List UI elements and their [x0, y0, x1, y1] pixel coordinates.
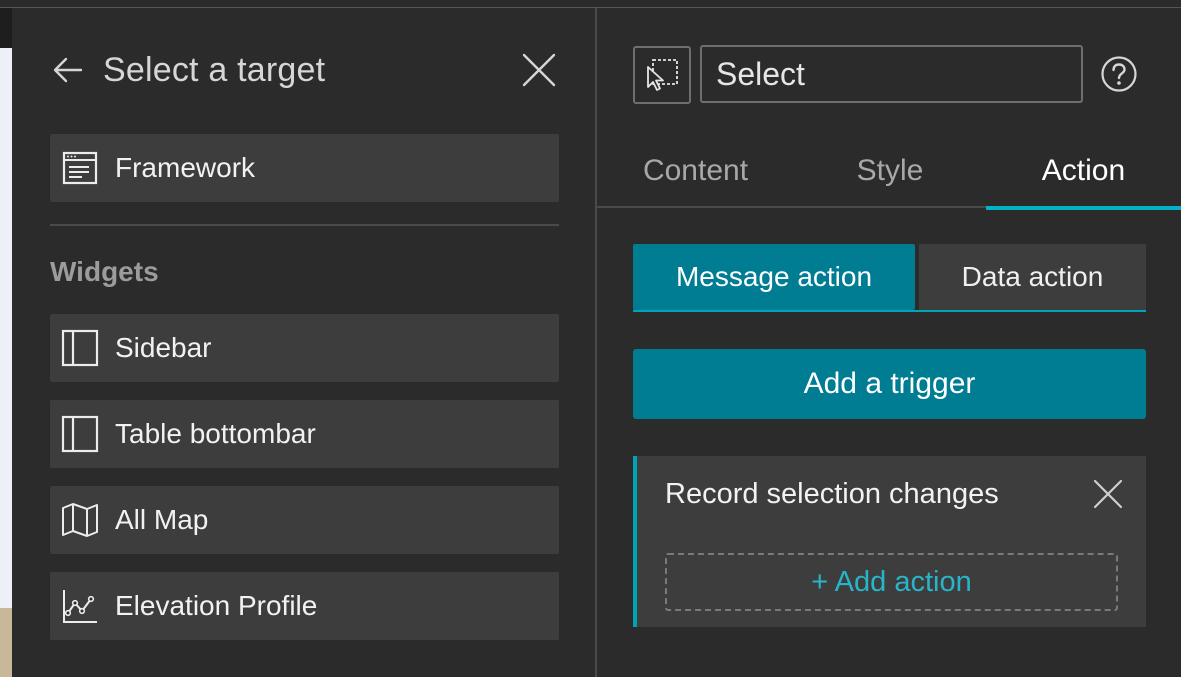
map-icon — [60, 500, 100, 540]
target-item-label: Sidebar — [115, 332, 212, 363]
close-icon[interactable] — [519, 50, 559, 90]
window-icon — [60, 148, 100, 188]
target-item-all-map[interactable]: All Map — [50, 486, 559, 554]
action-type-toggle: Message action Data action — [633, 244, 1146, 312]
background-edge-light — [0, 48, 12, 608]
tab-action[interactable]: Action — [986, 146, 1181, 210]
tab-content[interactable]: Content — [597, 146, 794, 208]
settings-tabs: Content Style Action — [597, 146, 1181, 210]
target-item-table-bottombar[interactable]: Table bottombar — [50, 400, 559, 468]
line-chart-icon — [60, 586, 100, 626]
window-top-border — [0, 0, 1181, 8]
trigger-card: Record selection changes + Add action — [633, 456, 1146, 627]
close-icon[interactable] — [1090, 476, 1126, 512]
target-item-label: Table bottombar — [115, 418, 316, 449]
widget-settings-panel: Select Content Style Action Message acti… — [597, 8, 1181, 677]
widget-name-input[interactable]: Select — [700, 45, 1083, 103]
target-item-elevation-profile[interactable]: Elevation Profile — [50, 572, 559, 640]
target-item-label: All Map — [115, 504, 209, 535]
sidebar-layout-icon — [60, 414, 100, 454]
message-action-button[interactable]: Message action — [633, 244, 915, 310]
select-widget-icon[interactable] — [633, 46, 691, 104]
background-edge-photo — [0, 608, 12, 677]
panel-header: Select a target — [51, 50, 559, 90]
divider — [50, 224, 559, 226]
select-target-panel: Select a target Framework Widgets Sideba… — [13, 8, 595, 677]
sidebar-layout-icon — [60, 328, 100, 368]
target-item-framework[interactable]: Framework — [50, 134, 559, 202]
target-item-label: Framework — [115, 152, 256, 183]
trigger-title: Record selection changes — [665, 478, 999, 510]
background-edge-dark — [0, 8, 12, 48]
data-action-button[interactable]: Data action — [919, 244, 1146, 310]
target-item-sidebar[interactable]: Sidebar — [50, 314, 559, 382]
add-action-button[interactable]: + Add action — [665, 553, 1118, 611]
back-arrow-icon[interactable] — [51, 53, 85, 87]
help-icon[interactable] — [1099, 54, 1139, 94]
target-item-label: Elevation Profile — [115, 590, 318, 621]
widgets-section-heading: Widgets — [50, 256, 159, 287]
panel-title: Select a target — [103, 50, 326, 89]
add-trigger-button[interactable]: Add a trigger — [633, 349, 1146, 419]
tab-style[interactable]: Style — [794, 146, 986, 208]
